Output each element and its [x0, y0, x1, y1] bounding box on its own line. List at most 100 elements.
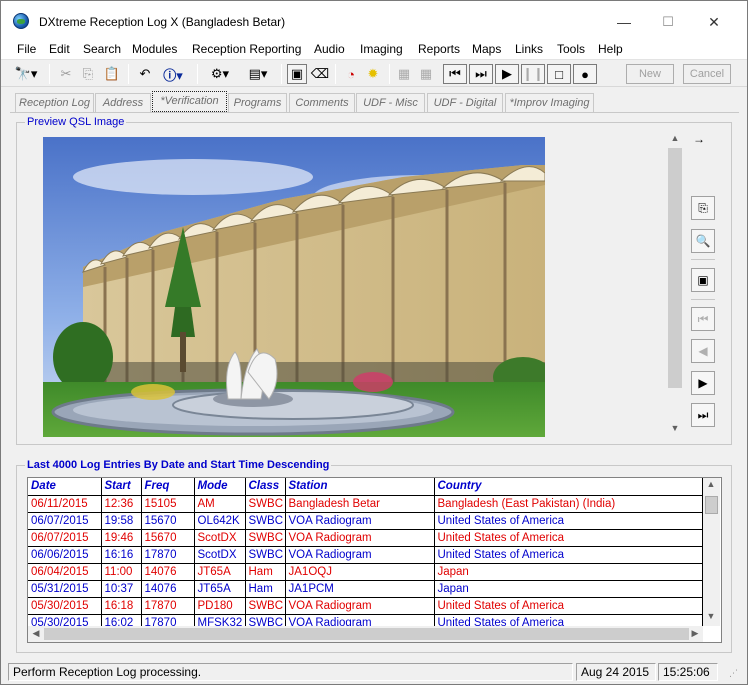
resize-grip-icon[interactable]: ⋰	[729, 668, 738, 679]
cell-freq[interactable]: 17870	[141, 597, 195, 615]
menu-maps[interactable]: Maps	[472, 42, 501, 56]
tab-programs[interactable]: Programs	[228, 93, 287, 112]
column-header-mode[interactable]: Mode	[194, 478, 246, 496]
cell-country[interactable]: United States of America	[434, 529, 703, 547]
cell-mode[interactable]: AM	[194, 495, 246, 513]
cell-class[interactable]: SWBC	[245, 597, 286, 615]
column-header-freq[interactable]: Freq	[141, 478, 195, 496]
column-header-date[interactable]: Date	[28, 478, 102, 496]
cell-class[interactable]: Ham	[245, 563, 286, 581]
cell-class[interactable]: SWBC	[245, 546, 286, 564]
menu-reception-reporting[interactable]: Reception Reporting	[192, 42, 301, 56]
cell-station[interactable]: VOA Radiogram	[285, 529, 435, 547]
first-record-icon[interactable]: ⏮	[443, 64, 467, 84]
copy-image-button[interactable]: ⎘	[691, 196, 715, 220]
cut-icon[interactable]: ✂	[57, 64, 75, 84]
scroll-thumb[interactable]	[44, 628, 689, 640]
column-header-start[interactable]: Start	[101, 478, 142, 496]
zoom-image-button[interactable]: 🔍	[691, 229, 715, 253]
cell-date[interactable]: 06/06/2015	[28, 546, 102, 564]
scroll-down-icon[interactable]: ▼	[667, 423, 683, 433]
cell-country[interactable]: Japan	[434, 580, 703, 598]
cell-class[interactable]: SWBC	[245, 529, 286, 547]
table-row[interactable]: 05/31/2015 10:37 14076 JT65A Ham JA1PCM Japan	[28, 580, 703, 598]
list-icon[interactable]: ▤▾	[241, 64, 275, 84]
cell-start[interactable]: 16:16	[101, 546, 142, 564]
log-horizontal-scrollbar[interactable]: ◀ ▶	[28, 626, 703, 642]
cell-start[interactable]: 19:46	[101, 529, 142, 547]
table-row[interactable]: 06/04/2015 11:00 14076 JT65A Ham JA1OQJ Japan	[28, 563, 703, 581]
column-header-station[interactable]: Station	[285, 478, 435, 496]
tab-udf-misc[interactable]: UDF - Misc	[356, 93, 425, 112]
grid-icon[interactable]: ▦	[395, 64, 413, 84]
menu-reports[interactable]: Reports	[418, 42, 460, 56]
previous-image-button[interactable]: ◀	[691, 339, 715, 363]
cell-station[interactable]: JA1PCM	[285, 580, 435, 598]
cell-date[interactable]: 06/07/2015	[28, 512, 102, 530]
info-icon[interactable]: ⓘ▾	[157, 64, 189, 84]
cell-freq[interactable]: 15670	[141, 512, 195, 530]
cell-station[interactable]: VOA Radiogram	[285, 512, 435, 530]
log-vertical-scrollbar[interactable]: ▲ ▼	[703, 478, 720, 626]
cell-freq[interactable]: 15105	[141, 495, 195, 513]
play-icon[interactable]: ▶	[495, 64, 519, 84]
undo-icon[interactable]: ↶	[135, 64, 155, 84]
cell-start[interactable]: 19:58	[101, 512, 142, 530]
cell-station[interactable]: VOA Radiogram	[285, 597, 435, 615]
cell-mode[interactable]: ScotDX	[194, 529, 246, 547]
cancel-button[interactable]: Cancel	[683, 64, 731, 84]
eraser-icon[interactable]: ⌫	[310, 64, 330, 84]
cell-freq[interactable]: 14076	[141, 563, 195, 581]
table-row[interactable]: 05/30/2015 16:18 17870 PD180 SWBC VOA Radiogr…	[28, 597, 703, 615]
cell-start[interactable]: 16:18	[101, 597, 142, 615]
scroll-left-icon[interactable]: ◀	[28, 628, 44, 639]
cell-class[interactable]: SWBC	[245, 512, 286, 530]
column-header-class[interactable]: Class	[245, 478, 286, 496]
cell-station[interactable]: Bangladesh Betar	[285, 495, 435, 513]
last-image-button[interactable]: ⏭	[691, 403, 715, 427]
cell-freq[interactable]: 15670	[141, 529, 195, 547]
cell-start[interactable]: 11:00	[101, 563, 142, 581]
globe-icon[interactable]	[13, 13, 29, 29]
menu-search[interactable]: Search	[83, 42, 121, 56]
scroll-right-icon[interactable]: ▶	[687, 628, 703, 639]
cell-date[interactable]: 06/11/2015	[28, 495, 102, 513]
tab-improv-imaging[interactable]: *Improv Imaging	[505, 93, 594, 112]
cell-date[interactable]: 05/31/2015	[28, 580, 102, 598]
tab-address[interactable]: Address	[95, 93, 151, 112]
stop-icon[interactable]: □	[547, 64, 571, 84]
cell-class[interactable]: SWBC	[245, 495, 286, 513]
menu-file[interactable]: File	[17, 42, 36, 56]
scroll-thumb[interactable]	[668, 148, 682, 388]
cell-mode[interactable]: ScotDX	[194, 546, 246, 564]
sun-icon[interactable]: ✹	[363, 64, 383, 84]
menu-edit[interactable]: Edit	[49, 42, 70, 56]
menu-help[interactable]: Help	[598, 42, 623, 56]
table-row[interactable]: 06/11/2015 12:36 15105 AM SWBC Bangladesh Bet…	[28, 495, 703, 513]
grid-icon[interactable]: ▦	[417, 64, 435, 84]
menu-tools[interactable]: Tools	[557, 42, 585, 56]
new-button[interactable]: New	[626, 64, 674, 84]
binoculars-icon[interactable]: 🔭▾	[11, 64, 41, 84]
tab-reception-log[interactable]: Reception Log	[15, 93, 94, 112]
pause-icon[interactable]: ❙❙	[521, 64, 545, 84]
tab-udf-digital[interactable]: UDF - Digital	[427, 93, 503, 112]
cell-station[interactable]: JA1OQJ	[285, 563, 435, 581]
cell-date[interactable]: 06/07/2015	[28, 529, 102, 547]
cell-station[interactable]: VOA Radiogram	[285, 546, 435, 564]
cell-class[interactable]: Ham	[245, 580, 286, 598]
preview-scrollbar[interactable]: ▲ ▼	[667, 133, 683, 437]
table-row[interactable]: 06/07/2015 19:58 15670 OL642K SWBC VOA Radiog…	[28, 512, 703, 530]
menu-modules[interactable]: Modules	[132, 42, 177, 56]
cell-start[interactable]: 10:37	[101, 580, 142, 598]
menu-links[interactable]: Links	[515, 42, 543, 56]
scroll-thumb[interactable]	[705, 496, 718, 514]
log-grid[interactable]: Date Start Freq Mode Class Station Count…	[27, 477, 722, 643]
network-icon[interactable]: ⚙▾	[203, 64, 237, 84]
table-row[interactable]: 06/06/2015 16:16 17870 ScotDX SWBC VOA Radiog…	[28, 546, 703, 564]
copy-icon[interactable]: ⎘	[79, 64, 97, 84]
title-bar[interactable]: DXtreme Reception Log X (Bangladesh Beta…	[1, 1, 747, 39]
cell-country[interactable]: United States of America	[434, 546, 703, 564]
cell-country[interactable]: Bangladesh (East Pakistan) (India)	[434, 495, 703, 513]
view-image-button[interactable]: ▣	[691, 268, 715, 292]
